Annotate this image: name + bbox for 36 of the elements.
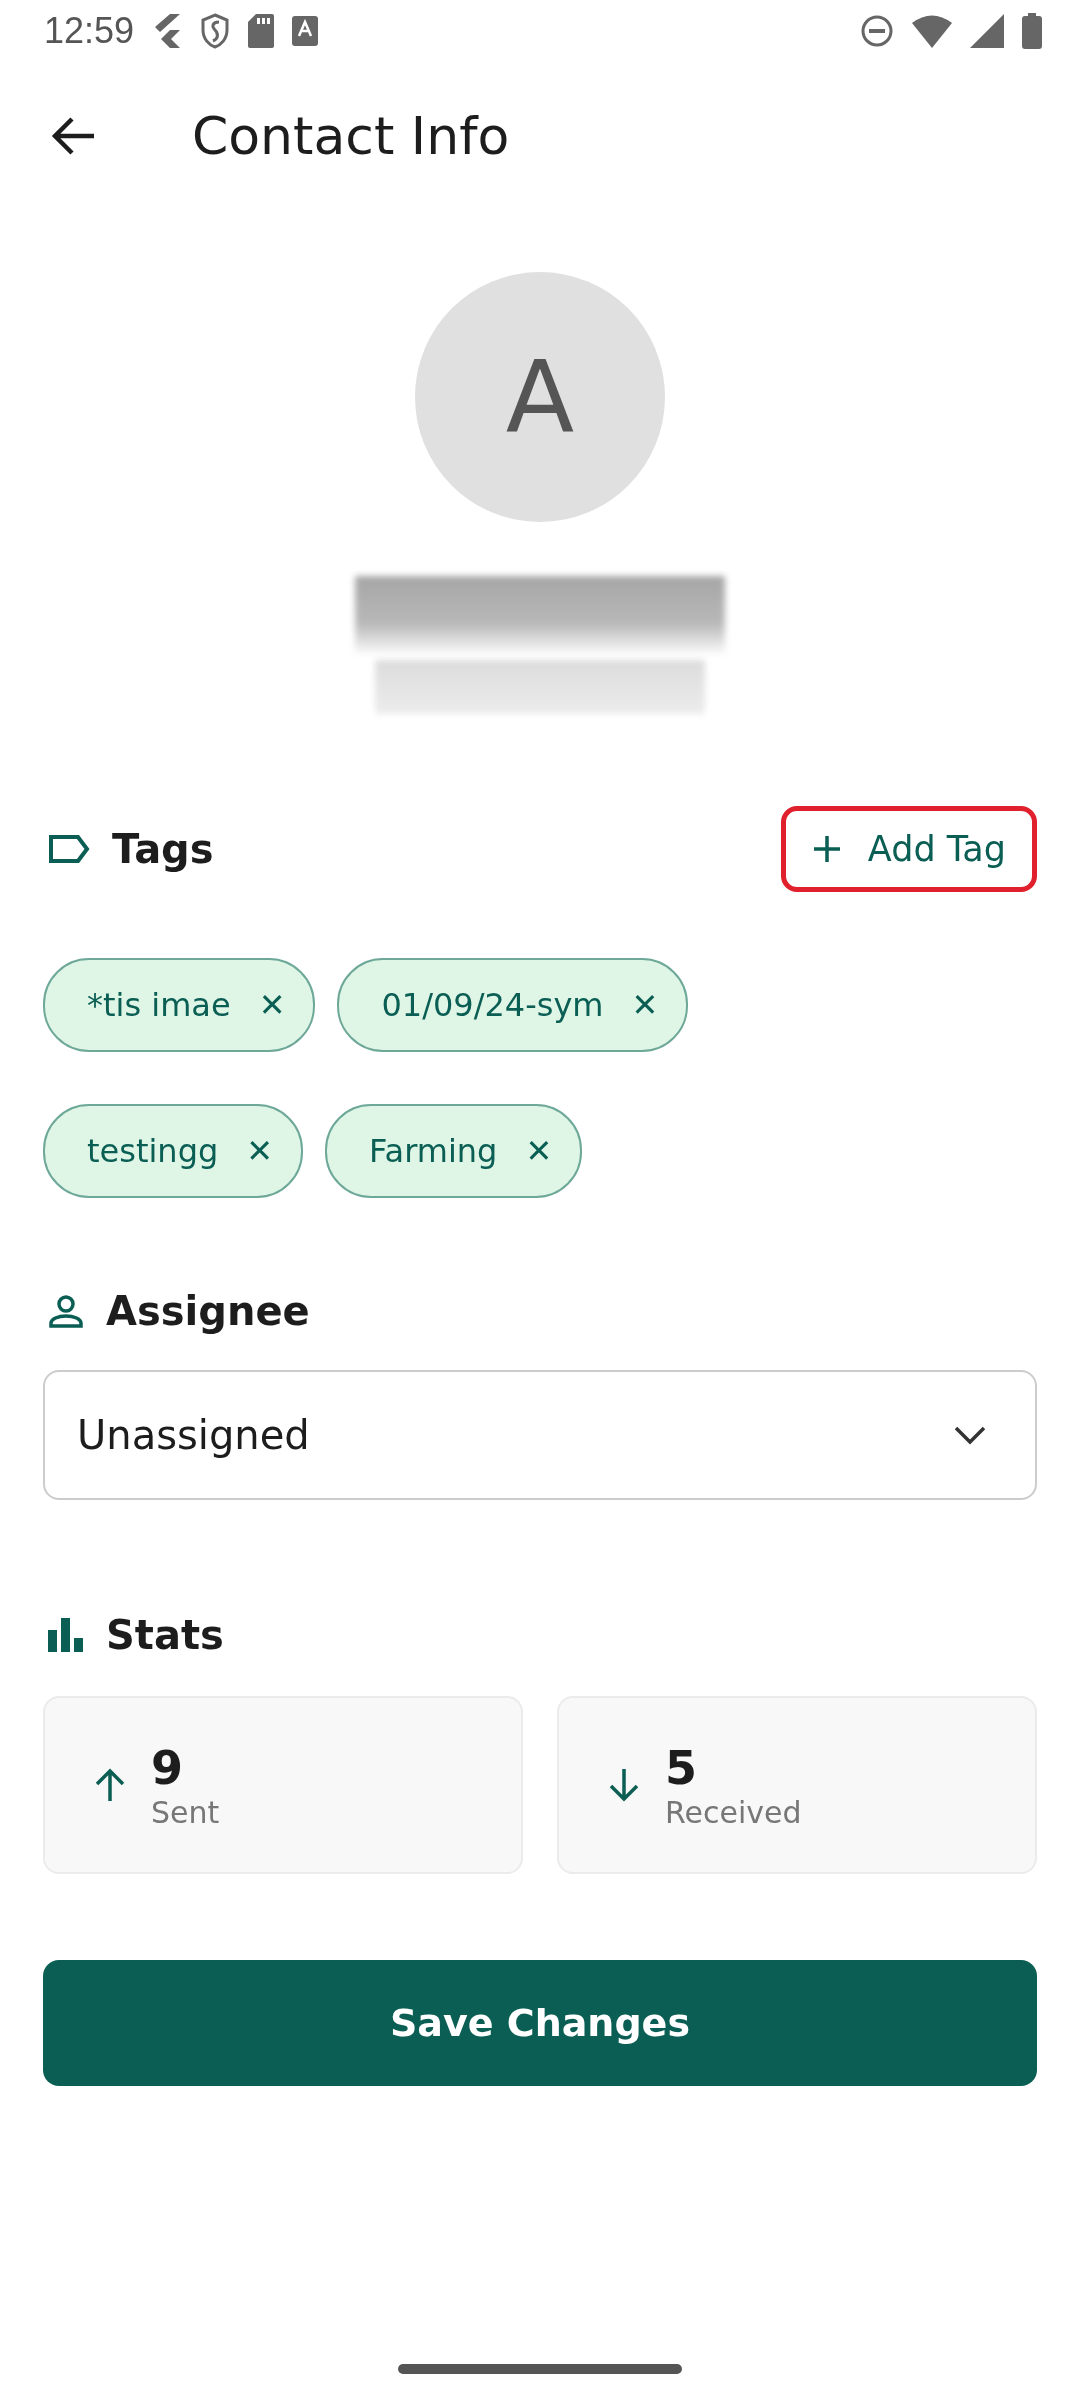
tag-icon <box>48 834 90 864</box>
plus-icon <box>811 834 842 864</box>
arrow-down-icon <box>607 1768 641 1802</box>
arrow-up-icon <box>93 1768 127 1802</box>
back-arrow-icon[interactable] <box>50 116 96 156</box>
stat-label: Sent <box>151 1794 220 1830</box>
tag-chip[interactable]: Farming ✕ <box>325 1104 583 1198</box>
font-icon <box>292 16 319 46</box>
shield-icon <box>200 13 231 49</box>
stat-label: Received <box>665 1794 802 1830</box>
person-icon <box>48 1293 84 1329</box>
chevron-down-icon <box>953 1425 987 1445</box>
signal-icon <box>970 14 1004 48</box>
tag-chip[interactable]: *tis imae ✕ <box>43 958 316 1052</box>
avatar: A <box>415 272 665 522</box>
add-tag-button[interactable]: Add Tag <box>780 806 1037 892</box>
stats-heading: Stats <box>106 1612 224 1658</box>
sd-card-icon <box>248 14 275 48</box>
remove-tag-button[interactable]: ✕ <box>631 986 659 1024</box>
assignee-dropdown[interactable]: Unassigned <box>43 1370 1037 1500</box>
remove-tag-button[interactable]: ✕ <box>258 986 286 1024</box>
stat-value: 5 <box>665 1740 698 1795</box>
assignee-heading: Assignee <box>106 1288 310 1334</box>
stat-value: 9 <box>151 1740 184 1795</box>
do-not-disturb-icon <box>860 14 894 48</box>
tag-chip[interactable]: 01/09/24-sym ✕ <box>337 958 689 1052</box>
save-changes-button[interactable]: Save Changes <box>43 1960 1037 2086</box>
tags-heading: Tags <box>112 826 214 872</box>
bar-chart-icon <box>48 1618 84 1652</box>
tag-chip[interactable]: testingg ✕ <box>43 1104 304 1198</box>
screen-title: Contact Info <box>192 106 510 166</box>
remove-tag-button[interactable]: ✕ <box>246 1132 274 1170</box>
battery-icon <box>1022 13 1042 49</box>
remove-tag-button[interactable]: ✕ <box>525 1132 553 1170</box>
wifi-icon <box>912 14 952 48</box>
status-time: 12:59 <box>44 10 135 52</box>
